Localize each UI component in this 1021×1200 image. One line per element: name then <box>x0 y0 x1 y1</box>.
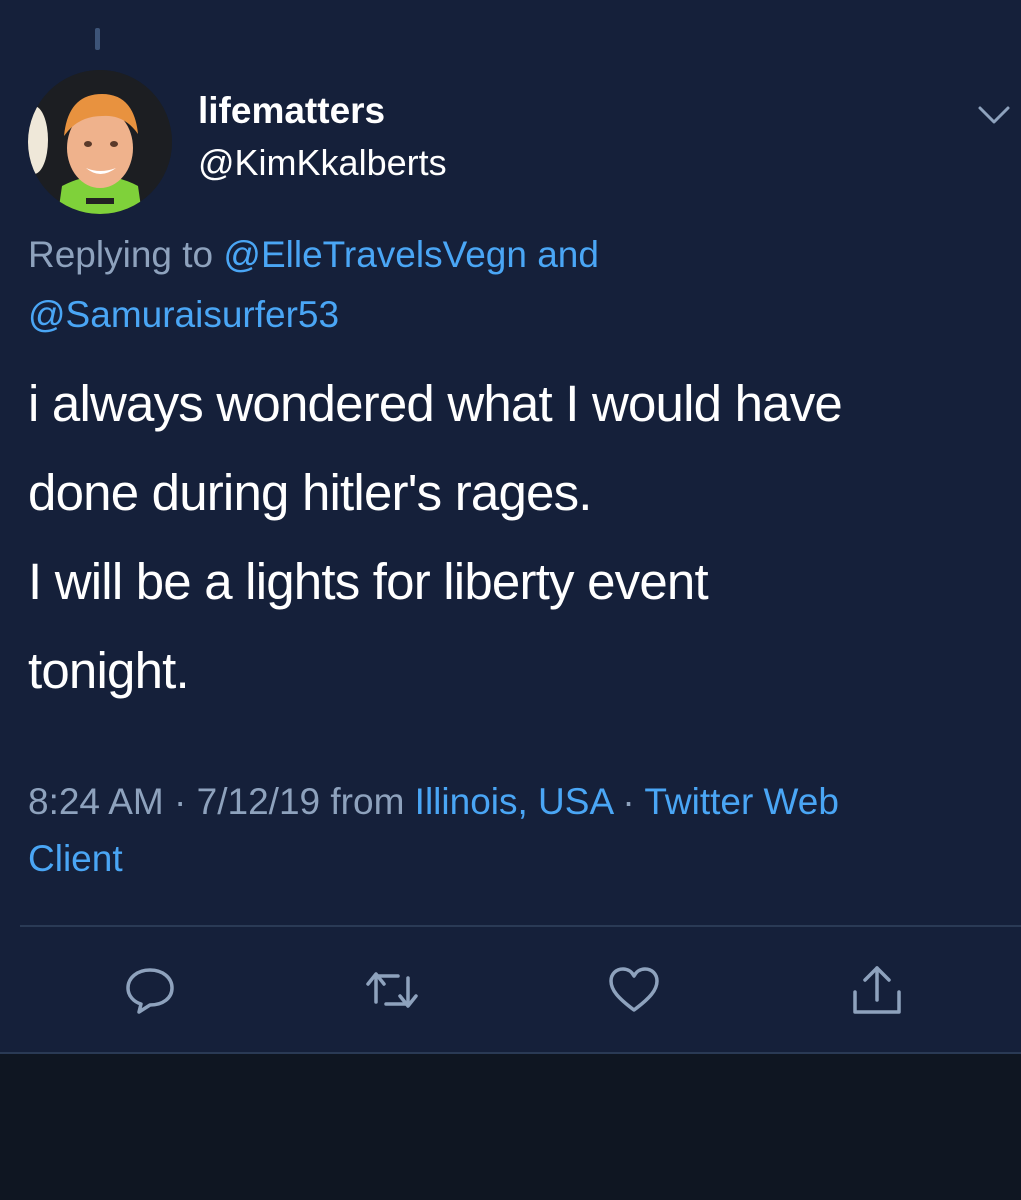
retweet-button[interactable] <box>360 958 424 1022</box>
user-handle[interactable]: @KimKkalberts <box>198 142 447 184</box>
tweet-time[interactable]: 8:24 AM <box>28 781 164 822</box>
tweet-date[interactable]: 7/12/19 <box>197 781 320 822</box>
replying-to-line: Replying to @ElleTravelsVegn and <box>28 234 599 276</box>
retweet-icon <box>366 972 418 1008</box>
reply-mention-link[interactable]: @Samuraisurfer53 <box>28 294 339 335</box>
tweet-card: lifematters @KimKkalberts Replying to @E… <box>0 0 1021 1054</box>
meta-separator: · <box>612 781 645 822</box>
tweet-text-line: I will be a lights for liberty event <box>28 553 709 610</box>
chevron-down-icon[interactable] <box>974 100 1014 130</box>
divider <box>20 925 1021 927</box>
meta-separator: · <box>163 781 197 822</box>
tweet-metadata-2: Client <box>28 838 123 880</box>
from-label: from <box>320 781 415 822</box>
avatar[interactable] <box>28 70 172 214</box>
display-name[interactable]: lifematters <box>198 90 385 132</box>
share-icon <box>853 966 901 1014</box>
thread-connector-line <box>95 28 100 50</box>
client-link-continued[interactable]: Client <box>28 838 123 879</box>
tweet-text-line: done during hitler's rages. <box>28 464 592 521</box>
replying-to-label: Replying to <box>28 234 224 275</box>
location-link[interactable]: Illinois, USA <box>415 781 612 822</box>
tweet-metadata: 8:24 AM · 7/12/19 from Illinois, USA · T… <box>28 781 839 823</box>
replying-to-line-2: @Samuraisurfer53 <box>28 294 339 336</box>
share-button[interactable] <box>845 958 909 1022</box>
tweet-text-line: tonight. <box>28 642 190 699</box>
client-link[interactable]: Twitter Web <box>644 781 839 822</box>
avatar-photo <box>28 70 172 214</box>
reply-mention-link[interactable]: @ElleTravelsVegn <box>223 234 527 275</box>
reply-button[interactable] <box>118 958 182 1022</box>
tweet-text-line: i always wondered what I would have <box>28 375 843 432</box>
heart-icon <box>609 967 659 1012</box>
reply-icon <box>126 968 174 1014</box>
like-button[interactable] <box>602 958 666 1022</box>
reply-and-text: and <box>526 234 599 275</box>
